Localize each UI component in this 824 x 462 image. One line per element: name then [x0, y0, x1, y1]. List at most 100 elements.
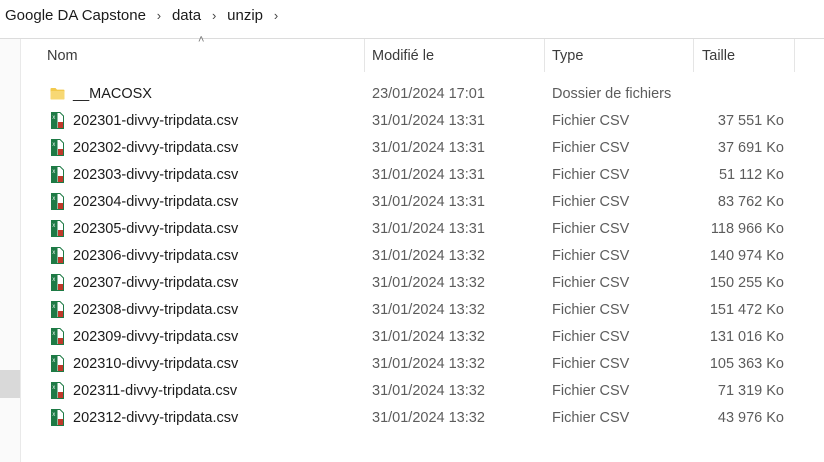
column-resize-handle[interactable]	[794, 39, 795, 72]
file-name: 202302-divvy-tripdata.csv	[73, 139, 239, 156]
file-name: 202306-divvy-tripdata.csv	[73, 247, 239, 264]
file-modified-date: 31/01/2024 13:32	[372, 328, 485, 345]
column-header-size[interactable]: Taille	[702, 39, 735, 72]
file-name: 202303-divvy-tripdata.csv	[73, 166, 239, 183]
breadcrumb-item-data[interactable]: data	[168, 7, 205, 24]
file-name: __MACOSX	[73, 85, 152, 102]
file-modified-date: 31/01/2024 13:32	[372, 274, 485, 291]
file-name: 202311-divvy-tripdata.csv	[73, 382, 238, 399]
breadcrumb-item-google-da-capstone[interactable]: Google DA Capstone	[0, 7, 150, 24]
file-type: Fichier CSV	[552, 328, 630, 345]
file-type: Fichier CSV	[552, 139, 630, 156]
chevron-right-icon[interactable]: ›	[150, 8, 168, 23]
file-size: 150 255 Ko	[709, 274, 784, 291]
csv-file-icon: X	[49, 134, 65, 161]
file-name: 202307-divvy-tripdata.csv	[73, 274, 239, 291]
file-name: 202301-divvy-tripdata.csv	[73, 112, 239, 129]
file-list: __MACOSX 23/01/2024 17:01 Dossier de fichi…	[21, 80, 824, 431]
column-resize-handle[interactable]	[544, 39, 545, 72]
file-size: 151 472 Ko	[709, 301, 784, 318]
file-modified-date: 31/01/2024 13:31	[372, 112, 485, 129]
file-type: Fichier CSV	[552, 382, 630, 399]
svg-text:X: X	[52, 196, 55, 202]
column-header-type[interactable]: Type	[552, 39, 583, 72]
file-size: 37 691 Ko	[717, 139, 784, 156]
csv-file-icon: X	[49, 161, 65, 188]
column-header-row: ˄ Nom Modifié le Type Taille	[21, 34, 824, 72]
sort-ascending-icon: ˄	[198, 34, 205, 46]
file-modified-date: 23/01/2024 17:01	[372, 85, 485, 102]
file-row[interactable]: __MACOSX 23/01/2024 17:01 Dossier de fichi…	[21, 80, 824, 107]
file-row[interactable]: X 202303-divvy-tripdata.csv 31/01/2024 13:…	[21, 161, 824, 188]
file-row[interactable]: X 202309-divvy-tripdata.csv 31/01/2024 13:…	[21, 323, 824, 350]
file-size: 105 363 Ko	[709, 355, 784, 372]
csv-file-icon: X	[49, 377, 65, 404]
file-modified-date: 31/01/2024 13:32	[372, 247, 485, 264]
file-modified-date: 31/01/2024 13:31	[372, 220, 485, 237]
file-row[interactable]: X 202307-divvy-tripdata.csv 31/01/2024 13:…	[21, 269, 824, 296]
file-type: Fichier CSV	[552, 166, 630, 183]
column-header-name[interactable]: Nom	[47, 39, 78, 72]
file-row[interactable]: X 202304-divvy-tripdata.csv 31/01/2024 13:…	[21, 188, 824, 215]
file-row[interactable]: X 202306-divvy-tripdata.csv 31/01/2024 13:…	[21, 242, 824, 269]
file-row[interactable]: X 202308-divvy-tripdata.csv 31/01/2024 13:…	[21, 296, 824, 323]
file-size: 118 966 Ko	[710, 220, 784, 237]
file-type: Fichier CSV	[552, 193, 630, 210]
chevron-right-icon[interactable]: ›	[267, 8, 285, 23]
chevron-right-icon[interactable]: ›	[205, 8, 223, 23]
file-row[interactable]: X 202301-divvy-tripdata.csv 31/01/2024 13:…	[21, 107, 824, 134]
file-type: Fichier CSV	[552, 355, 630, 372]
csv-file-icon: X	[49, 242, 65, 269]
file-row[interactable]: X 202311-divvy-tripdata.csv 31/01/2024 13:…	[21, 377, 824, 404]
file-name: 202304-divvy-tripdata.csv	[73, 193, 239, 210]
svg-text:X: X	[52, 385, 55, 391]
svg-text:X: X	[52, 331, 55, 337]
file-modified-date: 31/01/2024 13:31	[372, 193, 485, 210]
csv-file-icon: X	[49, 188, 65, 215]
file-type: Fichier CSV	[552, 220, 630, 237]
svg-text:X: X	[52, 115, 55, 121]
svg-text:X: X	[52, 223, 55, 229]
file-modified-date: 31/01/2024 13:31	[372, 166, 485, 183]
file-modified-date: 31/01/2024 13:32	[372, 409, 485, 426]
file-row[interactable]: X 202312-divvy-tripdata.csv 31/01/2024 13:…	[21, 404, 824, 431]
column-resize-handle[interactable]	[364, 39, 365, 72]
svg-text:X: X	[52, 304, 55, 310]
file-size: 71 319 Ko	[717, 382, 784, 399]
column-resize-handle[interactable]	[693, 39, 694, 72]
file-type: Fichier CSV	[552, 301, 630, 318]
file-type: Fichier CSV	[552, 274, 630, 291]
file-size: 43 976 Ko	[717, 409, 784, 426]
svg-text:X: X	[52, 142, 55, 148]
csv-file-icon: X	[49, 269, 65, 296]
file-name: 202308-divvy-tripdata.csv	[73, 301, 239, 318]
navigation-pane[interactable]	[0, 39, 21, 462]
breadcrumb-item-unzip[interactable]: unzip	[223, 7, 267, 24]
csv-file-icon: X	[49, 215, 65, 242]
csv-file-icon: X	[49, 296, 65, 323]
file-modified-date: 31/01/2024 13:32	[372, 355, 485, 372]
file-size: 83 762 Ko	[717, 193, 784, 210]
file-type: Fichier CSV	[552, 247, 630, 264]
breadcrumb: Google DA Capstone › data › unzip ›	[0, 0, 824, 30]
svg-text:X: X	[52, 250, 55, 256]
svg-text:X: X	[52, 412, 55, 418]
file-row[interactable]: X 202310-divvy-tripdata.csv 31/01/2024 13:…	[21, 350, 824, 377]
svg-text:X: X	[52, 277, 55, 283]
file-row[interactable]: X 202305-divvy-tripdata.csv 31/01/2024 13:…	[21, 215, 824, 242]
file-name: 202312-divvy-tripdata.csv	[73, 409, 239, 426]
file-size: 37 551 Ko	[717, 112, 784, 129]
column-header-modified[interactable]: Modifié le	[372, 39, 434, 72]
file-row[interactable]: X 202302-divvy-tripdata.csv 31/01/2024 13:…	[21, 134, 824, 161]
file-modified-date: 31/01/2024 13:32	[372, 382, 485, 399]
csv-file-icon: X	[49, 323, 65, 350]
file-name: 202310-divvy-tripdata.csv	[73, 355, 239, 372]
file-name: 202309-divvy-tripdata.csv	[73, 328, 239, 345]
file-size	[641, 80, 784, 107]
svg-text:X: X	[52, 358, 55, 364]
file-modified-date: 31/01/2024 13:32	[372, 301, 485, 318]
svg-text:X: X	[52, 169, 55, 175]
csv-file-icon: X	[49, 107, 65, 134]
file-type: Fichier CSV	[552, 409, 630, 426]
navigation-pane-selected-item[interactable]	[0, 370, 20, 398]
